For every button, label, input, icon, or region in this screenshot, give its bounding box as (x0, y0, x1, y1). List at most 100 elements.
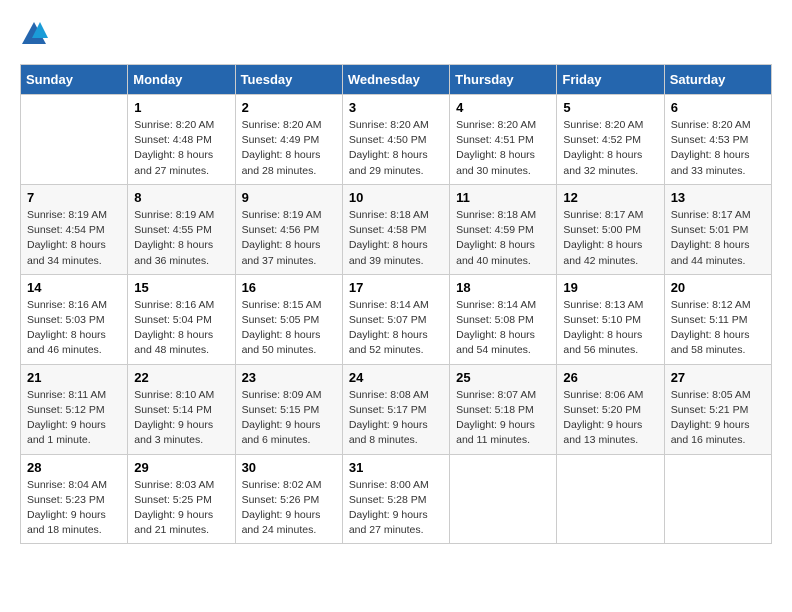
day-number: 30 (242, 460, 336, 475)
weekday-header-wednesday: Wednesday (342, 65, 449, 95)
calendar-cell: 19 Sunrise: 8:13 AMSunset: 5:10 PMDayligh… (557, 274, 664, 364)
weekday-header-saturday: Saturday (664, 65, 771, 95)
day-info: Sunrise: 8:11 AMSunset: 5:12 PMDaylight:… (27, 388, 121, 449)
day-number: 25 (456, 370, 550, 385)
day-number: 28 (27, 460, 121, 475)
calendar-cell: 2 Sunrise: 8:20 AMSunset: 4:49 PMDaylight… (235, 95, 342, 185)
day-number: 1 (134, 100, 228, 115)
day-info: Sunrise: 8:04 AMSunset: 5:23 PMDaylight:… (27, 478, 121, 539)
day-info: Sunrise: 8:17 AMSunset: 5:01 PMDaylight:… (671, 208, 765, 269)
day-number: 20 (671, 280, 765, 295)
day-number: 27 (671, 370, 765, 385)
day-number: 4 (456, 100, 550, 115)
day-number: 5 (563, 100, 657, 115)
day-info: Sunrise: 8:00 AMSunset: 5:28 PMDaylight:… (349, 478, 443, 539)
calendar-cell: 24Sunrise: 8:08 AMSunset: 5:17 PMDayligh… (342, 364, 449, 454)
calendar-header: SundayMondayTuesdayWednesdayThursdayFrid… (21, 65, 772, 95)
calendar-cell: 3 Sunrise: 8:20 AMSunset: 4:50 PMDaylight… (342, 95, 449, 185)
page-header (20, 20, 772, 48)
weekday-header-row: SundayMondayTuesdayWednesdayThursdayFrid… (21, 65, 772, 95)
day-number: 11 (456, 190, 550, 205)
calendar-cell: 13 Sunrise: 8:17 AMSunset: 5:01 PMDayligh… (664, 184, 771, 274)
calendar-week-row: 1 Sunrise: 8:20 AMSunset: 4:48 PMDaylight… (21, 95, 772, 185)
day-number: 8 (134, 190, 228, 205)
day-number: 29 (134, 460, 228, 475)
weekday-header-monday: Monday (128, 65, 235, 95)
day-info: Sunrise: 8:16 AMSunset: 5:03 PMDaylight:… (27, 298, 121, 359)
day-info: Sunrise: 8:19 AMSunset: 4:54 PMDaylight:… (27, 208, 121, 269)
day-number: 15 (134, 280, 228, 295)
calendar-week-row: 7 Sunrise: 8:19 AMSunset: 4:54 PMDaylight… (21, 184, 772, 274)
weekday-header-tuesday: Tuesday (235, 65, 342, 95)
day-number: 6 (671, 100, 765, 115)
calendar-cell: 14 Sunrise: 8:16 AMSunset: 5:03 PMDayligh… (21, 274, 128, 364)
day-info: Sunrise: 8:18 AMSunset: 4:59 PMDaylight:… (456, 208, 550, 269)
day-info: Sunrise: 8:16 AMSunset: 5:04 PMDaylight:… (134, 298, 228, 359)
calendar-table: SundayMondayTuesdayWednesdayThursdayFrid… (20, 64, 772, 544)
day-info: Sunrise: 8:06 AMSunset: 5:20 PMDaylight:… (563, 388, 657, 449)
day-info: Sunrise: 8:03 AMSunset: 5:25 PMDaylight:… (134, 478, 228, 539)
calendar-week-row: 14 Sunrise: 8:16 AMSunset: 5:03 PMDayligh… (21, 274, 772, 364)
day-info: Sunrise: 8:18 AMSunset: 4:58 PMDaylight:… (349, 208, 443, 269)
calendar-cell: 4 Sunrise: 8:20 AMSunset: 4:51 PMDaylight… (450, 95, 557, 185)
calendar-cell: 12 Sunrise: 8:17 AMSunset: 5:00 PMDayligh… (557, 184, 664, 274)
calendar-cell (450, 454, 557, 544)
calendar-cell: 16Sunrise: 8:15 AMSunset: 5:05 PMDayligh… (235, 274, 342, 364)
calendar-cell: 15 Sunrise: 8:16 AMSunset: 5:04 PMDayligh… (128, 274, 235, 364)
day-info: Sunrise: 8:20 AMSunset: 4:50 PMDaylight:… (349, 118, 443, 179)
calendar-cell: 7 Sunrise: 8:19 AMSunset: 4:54 PMDaylight… (21, 184, 128, 274)
day-number: 9 (242, 190, 336, 205)
day-info: Sunrise: 8:13 AMSunset: 5:10 PMDaylight:… (563, 298, 657, 359)
day-number: 18 (456, 280, 550, 295)
calendar-cell: 18Sunrise: 8:14 AMSunset: 5:08 PMDayligh… (450, 274, 557, 364)
day-info: Sunrise: 8:14 AMSunset: 5:07 PMDaylight:… (349, 298, 443, 359)
calendar-week-row: 28 Sunrise: 8:04 AMSunset: 5:23 PMDayligh… (21, 454, 772, 544)
calendar-body: 1 Sunrise: 8:20 AMSunset: 4:48 PMDaylight… (21, 95, 772, 544)
calendar-cell: 10 Sunrise: 8:18 AMSunset: 4:58 PMDayligh… (342, 184, 449, 274)
day-number: 13 (671, 190, 765, 205)
calendar-cell: 27Sunrise: 8:05 AMSunset: 5:21 PMDayligh… (664, 364, 771, 454)
day-number: 23 (242, 370, 336, 385)
day-number: 14 (27, 280, 121, 295)
calendar-cell: 20 Sunrise: 8:12 AMSunset: 5:11 PMDayligh… (664, 274, 771, 364)
day-number: 31 (349, 460, 443, 475)
calendar-cell: 31 Sunrise: 8:00 AMSunset: 5:28 PMDayligh… (342, 454, 449, 544)
logo-icon (20, 20, 48, 48)
day-number: 26 (563, 370, 657, 385)
day-number: 10 (349, 190, 443, 205)
day-number: 2 (242, 100, 336, 115)
day-number: 12 (563, 190, 657, 205)
calendar-cell: 29 Sunrise: 8:03 AMSunset: 5:25 PMDayligh… (128, 454, 235, 544)
day-info: Sunrise: 8:20 AMSunset: 4:53 PMDaylight:… (671, 118, 765, 179)
day-number: 7 (27, 190, 121, 205)
day-info: Sunrise: 8:20 AMSunset: 4:48 PMDaylight:… (134, 118, 228, 179)
calendar-cell: 6 Sunrise: 8:20 AMSunset: 4:53 PMDaylight… (664, 95, 771, 185)
weekday-header-sunday: Sunday (21, 65, 128, 95)
calendar-cell: 21 Sunrise: 8:11 AMSunset: 5:12 PMDayligh… (21, 364, 128, 454)
calendar-cell: 17 Sunrise: 8:14 AMSunset: 5:07 PMDayligh… (342, 274, 449, 364)
calendar-cell: 28 Sunrise: 8:04 AMSunset: 5:23 PMDayligh… (21, 454, 128, 544)
day-info: Sunrise: 8:12 AMSunset: 5:11 PMDaylight:… (671, 298, 765, 359)
day-number: 19 (563, 280, 657, 295)
day-number: 22 (134, 370, 228, 385)
calendar-cell: 11 Sunrise: 8:18 AMSunset: 4:59 PMDayligh… (450, 184, 557, 274)
day-number: 24 (349, 370, 443, 385)
day-number: 3 (349, 100, 443, 115)
day-info: Sunrise: 8:09 AMSunset: 5:15 PMDaylight:… (242, 388, 336, 449)
day-info: Sunrise: 8:20 AMSunset: 4:49 PMDaylight:… (242, 118, 336, 179)
day-info: Sunrise: 8:17 AMSunset: 5:00 PMDaylight:… (563, 208, 657, 269)
calendar-cell: 9 Sunrise: 8:19 AMSunset: 4:56 PMDaylight… (235, 184, 342, 274)
day-info: Sunrise: 8:19 AMSunset: 4:56 PMDaylight:… (242, 208, 336, 269)
calendar-cell: 22 Sunrise: 8:10 AMSunset: 5:14 PMDayligh… (128, 364, 235, 454)
day-info: Sunrise: 8:20 AMSunset: 4:52 PMDaylight:… (563, 118, 657, 179)
day-info: Sunrise: 8:15 AMSunset: 5:05 PMDaylight:… (242, 298, 336, 359)
calendar-week-row: 21 Sunrise: 8:11 AMSunset: 5:12 PMDayligh… (21, 364, 772, 454)
weekday-header-thursday: Thursday (450, 65, 557, 95)
day-info: Sunrise: 8:10 AMSunset: 5:14 PMDaylight:… (134, 388, 228, 449)
day-number: 17 (349, 280, 443, 295)
day-info: Sunrise: 8:07 AMSunset: 5:18 PMDaylight:… (456, 388, 550, 449)
calendar-cell: 5 Sunrise: 8:20 AMSunset: 4:52 PMDaylight… (557, 95, 664, 185)
day-number: 21 (27, 370, 121, 385)
day-info: Sunrise: 8:20 AMSunset: 4:51 PMDaylight:… (456, 118, 550, 179)
calendar-cell (557, 454, 664, 544)
